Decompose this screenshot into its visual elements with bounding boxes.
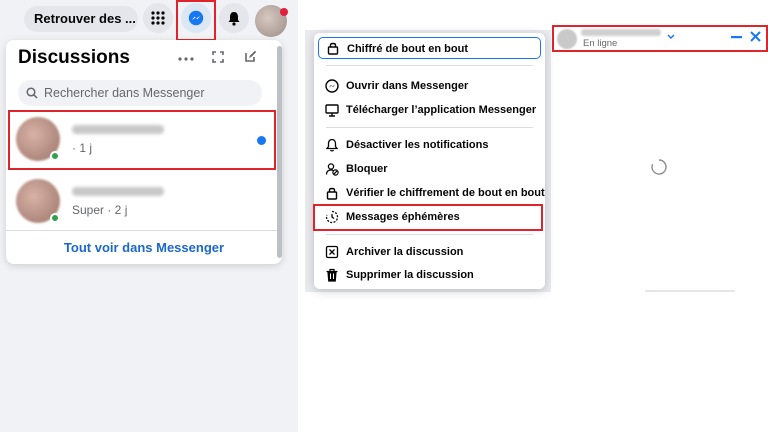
profile-notification-badge [280, 8, 288, 16]
menu-item-archive[interactable]: Archiver la discussion [314, 241, 545, 263]
menu-item-verify-encryption[interactable]: Vérifier le chiffrement de bout en bout [314, 182, 545, 204]
conversation-options-menu: Chiffré de bout en bout Ouvrir dans Mess… [313, 33, 545, 289]
messenger-search-input[interactable]: Rechercher dans Messenger [18, 80, 262, 106]
discussions-panel: Discussions Rechercher dans Messenger · … [6, 40, 282, 264]
chat-window: En ligne [552, 25, 768, 292]
menu-item-label: Archiver la discussion [346, 246, 464, 258]
left-pane: Retrouver des ... Discussions Rechercher… [0, 0, 298, 432]
menu-item-label: Vérifier le chiffrement de bout en bout [346, 187, 545, 199]
online-indicator [50, 213, 60, 223]
menu-item-label: Chiffré de bout en bout [347, 43, 468, 55]
scrollbar[interactable] [277, 46, 282, 258]
menu-item-label: Désactiver les notifications [346, 139, 489, 151]
see-all-link[interactable]: Tout voir dans Messenger [6, 240, 282, 255]
search-icon [26, 87, 38, 99]
compose-icon [245, 50, 257, 62]
more-options-button[interactable] [178, 50, 194, 65]
divider [6, 230, 282, 231]
menu-grid-button[interactable] [143, 3, 173, 33]
menu-divider [326, 127, 533, 128]
disappearing-messages-highlight [313, 204, 543, 231]
menu-item-open-messenger[interactable]: Ouvrir dans Messenger [314, 75, 545, 97]
search-placeholder: Rechercher dans Messenger [44, 86, 205, 100]
divider [645, 290, 735, 292]
menu-divider [326, 65, 533, 66]
expand-button[interactable] [212, 51, 224, 66]
grid-icon [151, 11, 165, 25]
chat-header-highlight [552, 25, 768, 52]
menu-item-block[interactable]: Bloquer [314, 158, 545, 180]
archive-icon [325, 245, 339, 259]
conversation-item[interactable]: Super · 2 j [8, 173, 278, 231]
messenger-icon [325, 79, 339, 93]
expand-icon [212, 51, 224, 63]
menu-divider [326, 234, 533, 235]
menu-item-download-app[interactable]: Télécharger l’application Messenger [314, 99, 545, 121]
menu-item-delete[interactable]: Supprimer la discussion [314, 264, 545, 286]
block-user-icon [325, 163, 339, 176]
monitor-icon [325, 104, 339, 117]
notifications-button[interactable] [219, 3, 249, 33]
menu-item-label: Ouvrir dans Messenger [346, 80, 469, 92]
menu-item-encrypted[interactable]: Chiffré de bout en bout [318, 37, 541, 59]
lock-icon [326, 187, 338, 200]
more-options-icon [178, 57, 194, 61]
contact-name-blurred [72, 187, 164, 196]
conversation-meta: Super · 2 j [72, 203, 128, 217]
loading-spinner-icon [651, 159, 667, 175]
menu-item-mute[interactable]: Désactiver les notifications [314, 134, 545, 156]
lock-icon [327, 42, 339, 55]
trash-icon [326, 268, 338, 282]
conversation-highlight [8, 110, 276, 170]
messenger-button-highlight [176, 0, 216, 41]
top-navigation-bar: Retrouver des ... [0, 0, 298, 41]
bell-icon [228, 11, 240, 26]
search-pill[interactable]: Retrouver des ... [24, 6, 138, 32]
bell-icon [325, 138, 339, 152]
menu-item-label: Bloquer [346, 163, 388, 175]
new-message-button[interactable] [244, 50, 257, 66]
menu-item-label: Supprimer la discussion [346, 269, 474, 281]
discussions-title: Discussions [18, 47, 130, 68]
menu-item-label: Télécharger l’application Messenger [346, 104, 537, 116]
